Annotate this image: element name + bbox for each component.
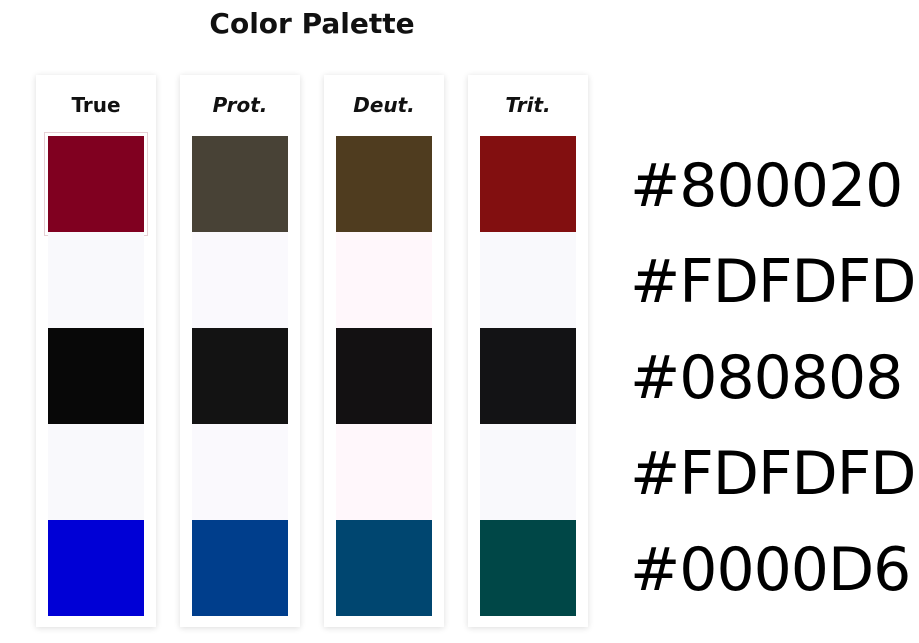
column-label-tritanopia: Trit. [505, 93, 551, 117]
palette-column-protanopia: Prot. [180, 75, 300, 627]
swatch-prot-2[interactable] [192, 232, 288, 328]
swatch-deut-5[interactable] [336, 520, 432, 616]
hex-code-4: #FDFDFD [630, 439, 916, 509]
swatch-deut-3[interactable] [336, 328, 432, 424]
swatch-true-2[interactable] [48, 232, 144, 328]
column-label-true: True [71, 93, 121, 117]
swatch-prot-3[interactable] [192, 328, 288, 424]
palette-column-true: True [36, 75, 156, 627]
swatch-true-1[interactable] [45, 133, 147, 235]
hex-code-5: #0000D6 [630, 535, 911, 605]
column-label-protanopia: Prot. [212, 93, 268, 117]
swatch-trit-2[interactable] [480, 232, 576, 328]
palette-column-deuteranopia: Deut. [324, 75, 444, 627]
swatch-deut-4[interactable] [336, 424, 432, 520]
swatch-prot-5[interactable] [192, 520, 288, 616]
swatch-true-3[interactable] [48, 328, 144, 424]
swatch-deut-1[interactable] [336, 136, 432, 232]
swatch-trit-4[interactable] [480, 424, 576, 520]
hex-code-1: #800020 [630, 151, 903, 221]
swatch-deut-2[interactable] [336, 232, 432, 328]
swatch-true-5[interactable] [48, 520, 144, 616]
swatch-true-4[interactable] [48, 424, 144, 520]
swatch-trit-1[interactable] [480, 136, 576, 232]
swatch-prot-4[interactable] [192, 424, 288, 520]
swatch-trit-3[interactable] [480, 328, 576, 424]
palette-title: Color Palette [209, 7, 415, 40]
swatch-prot-1[interactable] [192, 136, 288, 232]
hex-code-2: #FDFDFD [630, 247, 916, 317]
swatch-trit-5[interactable] [480, 520, 576, 616]
hex-code-3: #080808 [630, 343, 903, 413]
palette-column-tritanopia: Trit. [468, 75, 588, 627]
column-label-deuteranopia: Deut. [353, 93, 415, 117]
